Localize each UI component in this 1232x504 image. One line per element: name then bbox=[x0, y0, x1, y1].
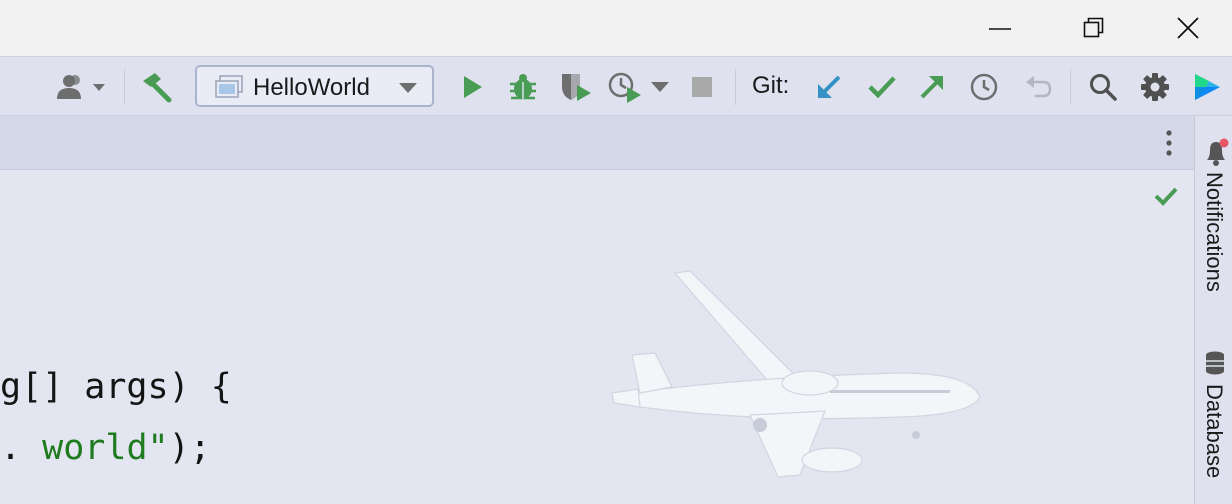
toolbar-separator bbox=[1070, 69, 1071, 105]
airplane-background-image bbox=[611, 270, 981, 478]
coverage-icon bbox=[562, 74, 591, 101]
code-editor[interactable]: g[] args) { . world"); bbox=[0, 170, 1194, 504]
close-button[interactable] bbox=[1165, 0, 1211, 56]
profile-button[interactable] bbox=[52, 69, 110, 105]
restore-icon bbox=[1083, 17, 1104, 38]
toolbar-separator bbox=[124, 69, 125, 105]
more-run-options-dropdown[interactable] bbox=[649, 69, 671, 105]
more-vertical-icon bbox=[1166, 130, 1172, 156]
search-icon bbox=[1090, 74, 1117, 101]
settings-button[interactable] bbox=[1136, 69, 1174, 105]
run-configuration-label: HelloWorld bbox=[253, 74, 370, 101]
chevron-down-icon bbox=[651, 82, 669, 92]
database-icon bbox=[1206, 351, 1224, 375]
run-configuration-selector[interactable]: HelloWorld bbox=[195, 65, 434, 107]
main-toolbar: HelloWorld Git: bbox=[0, 56, 1232, 116]
show-history-button[interactable] bbox=[965, 69, 1003, 105]
history-icon bbox=[970, 73, 998, 101]
toolbar-separator bbox=[735, 69, 736, 105]
code-text: . bbox=[0, 428, 43, 468]
code-text: g[] args) { bbox=[0, 367, 232, 407]
ide-logo-icon bbox=[1195, 74, 1220, 100]
application-window-icon bbox=[215, 75, 243, 98]
editor-tab-strip bbox=[0, 116, 1194, 170]
chevron-down-icon bbox=[399, 83, 417, 93]
settings-icon bbox=[1141, 73, 1169, 101]
run-icon bbox=[464, 76, 482, 98]
push-icon bbox=[920, 76, 943, 99]
rollback-icon bbox=[1026, 76, 1052, 98]
restore-button[interactable] bbox=[1071, 0, 1117, 56]
update-project-button[interactable] bbox=[810, 69, 848, 105]
code-line: . world"); bbox=[0, 428, 211, 468]
update-project-icon bbox=[818, 75, 841, 98]
notifications-tool-button[interactable]: Notifications bbox=[1195, 134, 1232, 324]
ide-logo-button[interactable] bbox=[1188, 69, 1226, 105]
run-with-coverage-button[interactable] bbox=[555, 69, 595, 105]
bell-icon bbox=[1207, 138, 1229, 166]
profile-icon bbox=[57, 75, 105, 99]
right-tool-window-bar: Notifications Database bbox=[1194, 116, 1232, 504]
profiler-button[interactable] bbox=[605, 69, 645, 105]
commit-icon bbox=[868, 76, 896, 99]
profiler-icon bbox=[608, 72, 641, 103]
build-hammer-icon bbox=[143, 73, 172, 103]
debug-icon bbox=[510, 74, 536, 100]
rollback-button[interactable] bbox=[1019, 69, 1057, 105]
close-icon bbox=[1177, 17, 1199, 39]
git-label: Git: bbox=[752, 72, 790, 99]
database-tool-button[interactable]: Database bbox=[1195, 348, 1232, 504]
checkmark-icon bbox=[1154, 187, 1178, 206]
string-literal: world" bbox=[42, 428, 169, 468]
inspection-status-indicator[interactable] bbox=[1152, 182, 1180, 210]
minimize-button[interactable] bbox=[977, 0, 1023, 56]
title-bar bbox=[0, 0, 1232, 56]
push-button[interactable] bbox=[913, 69, 951, 105]
code-text: ); bbox=[168, 428, 211, 468]
stop-icon bbox=[692, 77, 712, 97]
database-label: Database bbox=[1202, 384, 1227, 479]
more-options-button[interactable] bbox=[1158, 126, 1180, 160]
code-line: g[] args) { bbox=[0, 367, 232, 407]
stop-button[interactable] bbox=[684, 69, 720, 105]
search-everywhere-button[interactable] bbox=[1084, 69, 1122, 105]
commit-button[interactable] bbox=[863, 69, 901, 105]
debug-button[interactable] bbox=[503, 69, 543, 105]
build-button[interactable] bbox=[136, 69, 176, 105]
notifications-label: Notifications bbox=[1202, 172, 1227, 292]
run-button[interactable] bbox=[454, 69, 490, 105]
minimize-icon bbox=[989, 28, 1011, 30]
